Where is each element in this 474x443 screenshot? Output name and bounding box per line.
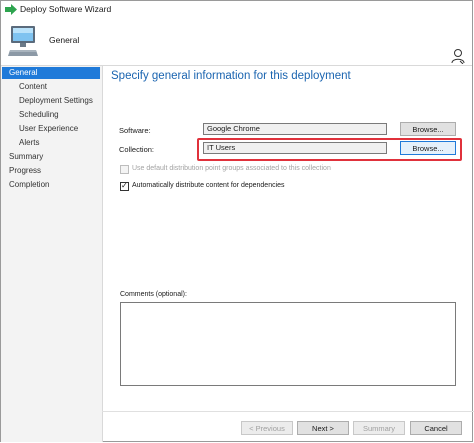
software-browse-button[interactable]: Browse... xyxy=(400,122,456,136)
nav-item-summary[interactable]: Summary xyxy=(9,151,43,163)
collection-highlight-box xyxy=(197,138,462,161)
wizard-navigation: General Content Deployment Settings Sche… xyxy=(1,66,103,442)
wizard-window: Deploy Software Wizard General General C… xyxy=(0,0,474,442)
cancel-button[interactable]: Cancel xyxy=(410,421,462,435)
window-title: Deploy Software Wizard xyxy=(20,4,112,14)
default-dp-groups-label: Use default distribution point groups as… xyxy=(132,165,331,172)
collection-label: Collection: xyxy=(119,145,155,154)
nav-item-progress[interactable]: Progress xyxy=(9,165,41,177)
nav-item-completion[interactable]: Completion xyxy=(9,179,49,191)
nav-item-deployment-settings[interactable]: Deployment Settings xyxy=(19,95,93,107)
header-title: General xyxy=(49,35,80,45)
default-dp-groups-checkbox[interactable] xyxy=(120,165,129,174)
computer-icon xyxy=(8,26,38,56)
checkmark-icon: ✓ xyxy=(121,181,128,190)
wizard-header: General xyxy=(1,18,472,66)
comments-label: Comments (optional): xyxy=(120,291,187,298)
summary-button[interactable]: Summary xyxy=(353,421,405,435)
nav-item-alerts[interactable]: Alerts xyxy=(19,137,39,149)
footer-divider xyxy=(102,411,474,412)
software-field[interactable]: Google Chrome xyxy=(203,123,387,135)
nav-item-scheduling[interactable]: Scheduling xyxy=(19,109,59,121)
next-button[interactable]: Next > xyxy=(297,421,349,435)
nav-item-content[interactable]: Content xyxy=(19,81,47,93)
user-icon xyxy=(451,49,465,64)
nav-item-user-experience[interactable]: User Experience xyxy=(19,123,78,135)
auto-distribute-label: Automatically distribute content for dep… xyxy=(132,182,285,189)
green-arrow-icon xyxy=(5,4,17,15)
previous-button[interactable]: < Previous xyxy=(241,421,293,435)
comments-textarea[interactable] xyxy=(120,302,456,386)
software-label: Software: xyxy=(119,126,151,135)
auto-distribute-checkbox[interactable]: ✓ xyxy=(120,181,129,191)
nav-item-general[interactable]: General xyxy=(2,67,100,79)
title-bar: Deploy Software Wizard xyxy=(1,1,472,19)
page-heading: Specify general information for this dep… xyxy=(111,70,351,82)
